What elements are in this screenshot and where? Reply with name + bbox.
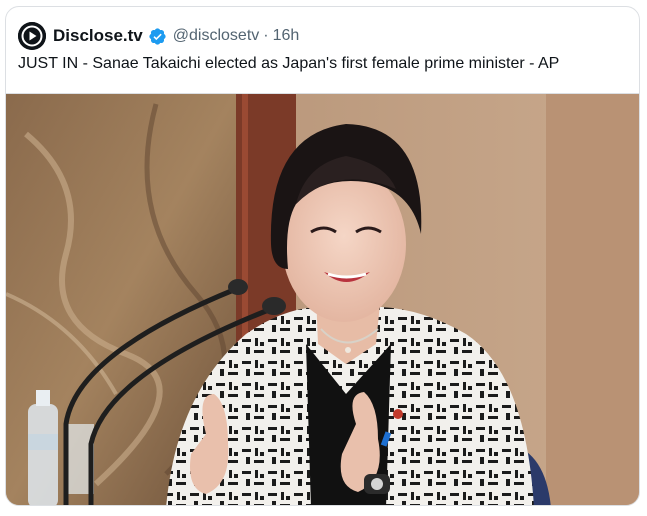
- author-name[interactable]: Disclose.tv: [53, 26, 143, 46]
- timestamp[interactable]: 16h: [273, 27, 300, 45]
- author-handle[interactable]: @disclosetv: [173, 27, 260, 45]
- separator-dot: ·: [263, 27, 269, 44]
- play-logo-icon: [18, 22, 46, 50]
- tweet-header: Disclose.tv @disclosetv · 16h: [18, 21, 627, 51]
- verified-badge-icon: [149, 27, 166, 45]
- tweet-media-image[interactable]: [6, 93, 639, 505]
- photo: [6, 94, 639, 505]
- avatar[interactable]: [18, 22, 46, 50]
- tweet-text: JUST IN - Sanae Takaichi elected as Japa…: [18, 55, 560, 72]
- tweet-card[interactable]: Disclose.tv @disclosetv · 16h JUST IN - …: [5, 6, 640, 506]
